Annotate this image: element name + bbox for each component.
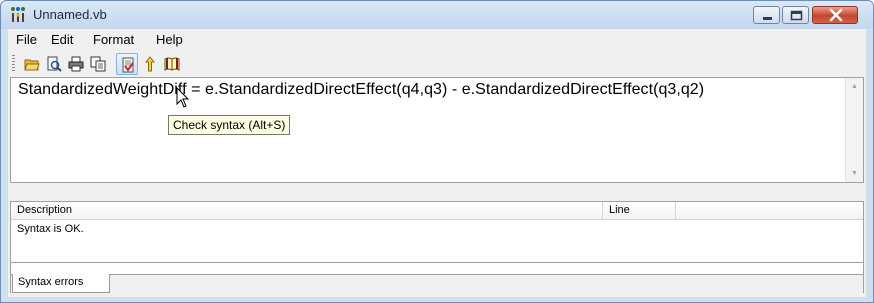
run-icon (144, 56, 156, 72)
column-header-description[interactable]: Description (11, 202, 603, 220)
check-syntax-tooltip: Check syntax (Alt+S) (168, 115, 291, 135)
column-header-line[interactable]: Line (603, 202, 676, 220)
copy-icon (90, 56, 106, 72)
scroll-up-icon[interactable]: ▲ (846, 78, 863, 95)
menu-format[interactable]: Format (93, 32, 134, 47)
close-icon (829, 8, 843, 22)
menu-help[interactable]: Help (156, 32, 183, 47)
editor-vertical-scrollbar[interactable]: ▲ ▼ (845, 78, 863, 182)
client-area: File Edit Format Help StandardizedWeight… (8, 29, 866, 297)
copy-button[interactable] (87, 53, 109, 75)
print-icon (68, 56, 84, 72)
menu-file[interactable]: File (16, 32, 37, 47)
print-button[interactable] (65, 53, 87, 75)
result-row-description[interactable]: Syntax is OK. (17, 223, 84, 235)
help-button[interactable] (161, 53, 183, 75)
open-folder-icon (24, 59, 40, 71)
help-book-icon (164, 57, 180, 71)
open-button[interactable] (21, 53, 43, 75)
column-header-filler (676, 202, 863, 220)
title-bar[interactable]: Unnamed.vb (1, 1, 873, 29)
run-button[interactable] (139, 53, 161, 75)
window-title: Unnamed.vb (33, 7, 107, 22)
menu-edit[interactable]: Edit (51, 32, 73, 47)
tab-syntax-errors[interactable]: Syntax errors (12, 274, 110, 293)
app-window: Unnamed.vb File Edit Format Help Standar… (0, 0, 874, 303)
minimize-button[interactable] (753, 6, 780, 24)
check-syntax-button[interactable] (116, 53, 138, 75)
toolbar (8, 51, 866, 77)
minimize-icon (763, 17, 772, 20)
maximize-button[interactable] (782, 6, 809, 24)
scroll-down-icon[interactable]: ▼ (846, 165, 863, 182)
results-pane: Description Line Syntax is OK. Syntax er… (10, 201, 864, 293)
code-editor[interactable]: StandardizedWeightDiff = e.StandardizedD… (10, 77, 864, 183)
print-preview-icon (47, 56, 62, 72)
results-divider (11, 262, 863, 263)
pane-splitter[interactable] (8, 183, 866, 201)
code-text[interactable]: StandardizedWeightDiff = e.StandardizedD… (18, 81, 704, 99)
maximize-icon (790, 10, 803, 21)
mouse-cursor-icon (176, 87, 190, 108)
close-button[interactable] (812, 6, 858, 24)
print-preview-button[interactable] (43, 53, 65, 75)
menu-bar: File Edit Format Help (8, 29, 866, 51)
check-syntax-icon (122, 57, 134, 73)
app-icon (11, 7, 25, 22)
toolbar-grip[interactable] (12, 55, 15, 73)
tab-strip (11, 274, 863, 293)
